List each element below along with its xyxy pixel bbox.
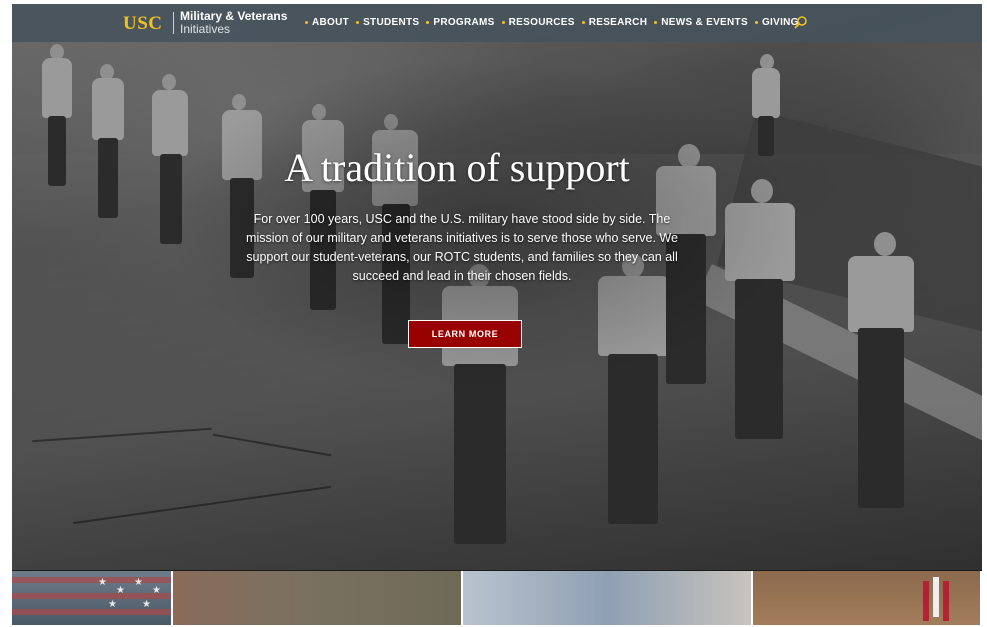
thumbnail-building[interactable] (753, 571, 980, 625)
nav-item-research[interactable]: RESEARCH (581, 17, 648, 28)
bullet-icon (581, 21, 585, 24)
star-icon: ★ (108, 599, 117, 610)
flag-pole (943, 581, 949, 621)
star-icon: ★ (116, 585, 125, 596)
site-title-line2: Initiatives (180, 22, 231, 36)
hero-overlay (12, 4, 982, 570)
search-icon[interactable] (794, 15, 808, 29)
main-menu: ABOUT STUDENTS PROGRAMS RESOURCES RESEAR… (305, 17, 806, 28)
nav-item-news-events[interactable]: NEWS & EVENTS (654, 17, 748, 28)
bullet-icon (305, 21, 308, 24)
nav-item-label: NEWS & EVENTS (661, 17, 748, 28)
site-title[interactable]: Military & Veterans Initiatives (180, 10, 287, 36)
hero-intro-text: For over 100 years, USC and the U.S. mil… (246, 212, 678, 283)
nav-item-about[interactable]: ABOUT (305, 17, 349, 28)
star-icon: ★ (98, 577, 107, 588)
feature-thumbnails: ★ ★ ★ ★ ★ ★ (12, 571, 982, 625)
nav-item-label: RESEARCH (588, 17, 648, 28)
star-icon: ★ (152, 585, 161, 596)
star-icon: ★ (142, 599, 151, 610)
bullet-icon (356, 21, 360, 24)
hero-image: A tradition of support For over 100 year… (12, 4, 982, 570)
page-frame: A tradition of support For over 100 year… (12, 4, 982, 625)
bullet-icon (426, 21, 430, 24)
usc-logo[interactable]: USC (123, 13, 163, 35)
nav-item-students[interactable]: STUDENTS (356, 17, 419, 28)
bullet-icon (754, 21, 758, 24)
logo-divider (173, 12, 174, 34)
nav-item-label: RESOURCES (508, 17, 575, 28)
flag-pole (923, 581, 929, 621)
top-navigation: USC Military & Veterans Initiatives ABOU… (12, 4, 982, 42)
star-icon: ★ (134, 577, 143, 588)
flag-pole (933, 577, 939, 617)
nav-item-giving[interactable]: GIVING (754, 17, 799, 28)
hero-headline: A tradition of support (284, 145, 630, 190)
thumbnail-camouflage[interactable] (173, 571, 461, 625)
nav-item-resources[interactable]: RESOURCES (501, 17, 575, 28)
nav-item-label: STUDENTS (363, 17, 420, 28)
bullet-icon (654, 21, 658, 24)
thumbnail-students[interactable] (463, 571, 751, 625)
learn-more-button[interactable]: LEARN MORE (408, 320, 522, 348)
flag-stripe (12, 577, 171, 583)
nav-item-label: PROGRAMS (433, 17, 495, 28)
thumbnail-flag[interactable]: ★ ★ ★ ★ ★ ★ (12, 571, 171, 625)
bullet-icon (501, 21, 505, 24)
nav-item-label: ABOUT (312, 17, 350, 28)
nav-item-programs[interactable]: PROGRAMS (426, 17, 494, 28)
